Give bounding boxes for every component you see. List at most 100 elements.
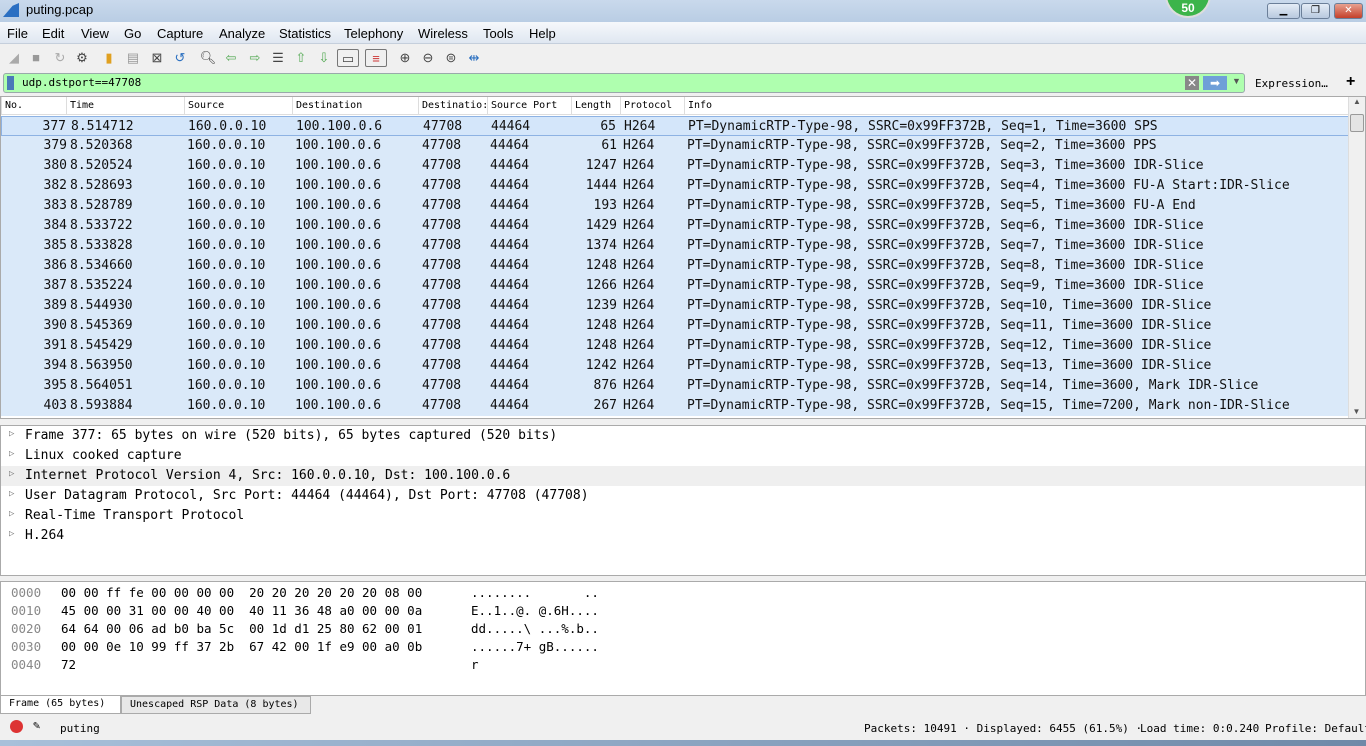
expand-arrow-icon[interactable]: ▷ <box>9 469 14 479</box>
capture-options-icon[interactable]: ⚙ <box>73 49 91 67</box>
packet-row[interactable]: 377 8.514712 160.0.0.10 100.100.0.6 47708 444… <box>1 116 1349 136</box>
zoom-out-icon[interactable]: ⊖ <box>419 49 437 67</box>
autoscroll-icon[interactable]: ▭ <box>337 49 359 67</box>
header-col-source[interactable]: Source <box>184 97 292 115</box>
hex-ascii[interactable]: ........ .. <box>471 585 599 600</box>
menu-capture[interactable]: Capture <box>157 26 203 41</box>
expression-button[interactable]: Expression… <box>1255 77 1328 90</box>
menu-go[interactable]: Go <box>124 26 141 41</box>
hex-ascii[interactable]: r <box>471 657 479 672</box>
cell-source-port: 44464 <box>490 178 530 193</box>
open-file-icon[interactable]: ▮ <box>100 49 118 67</box>
resize-columns-icon[interactable]: ⇹ <box>465 49 483 67</box>
clear-filter-icon[interactable]: ✕ <box>1185 76 1199 90</box>
packet-row[interactable]: 390 8.545369 160.0.0.10 100.100.0.6 47708 444… <box>1 316 1349 336</box>
edit-comment-icon[interactable]: ✎ <box>33 718 40 732</box>
menu-edit[interactable]: Edit <box>42 26 64 41</box>
menu-analyze[interactable]: Analyze <box>219 26 265 41</box>
packet-list-scrollbar[interactable]: ▲ ▼ <box>1348 97 1365 418</box>
find-packet-icon[interactable]: 🔍︎ <box>199 49 217 67</box>
header-col-info[interactable]: Info <box>684 97 1346 115</box>
bookmark-icon[interactable] <box>7 76 14 90</box>
expand-arrow-icon[interactable]: ▷ <box>9 429 14 439</box>
packet-row[interactable]: 385 8.533828 160.0.0.10 100.100.0.6 47708 444… <box>1 236 1349 256</box>
apply-filter-icon[interactable]: ➡ <box>1203 76 1227 90</box>
hex-bytes[interactable]: 00 00 0e 10 99 ff 37 2b 67 42 00 1f e9 0… <box>61 639 422 654</box>
close-file-icon[interactable]: ⊠ <box>148 49 166 67</box>
packet-row[interactable]: 380 8.520524 160.0.0.10 100.100.0.6 47708 444… <box>1 156 1349 176</box>
expand-arrow-icon[interactable]: ▷ <box>9 529 14 539</box>
cell-destination-port: 47708 <box>422 338 462 353</box>
header-col-source-port[interactable]: Source Port <box>487 97 571 115</box>
detail-row[interactable]: ▷ Linux cooked capture <box>1 446 1365 466</box>
packet-row[interactable]: 386 8.534660 160.0.0.10 100.100.0.6 47708 444… <box>1 256 1349 276</box>
add-filter-button[interactable]: + <box>1346 73 1355 91</box>
header-col-destination[interactable]: Destination <box>292 97 418 115</box>
stop-capture-icon[interactable]: ■ <box>27 49 45 67</box>
scroll-up-icon[interactable]: ▲ <box>1349 97 1365 106</box>
packet-row[interactable]: 391 8.545429 160.0.0.10 100.100.0.6 47708 444… <box>1 336 1349 356</box>
restart-capture-icon[interactable]: ↻ <box>51 49 69 67</box>
detail-row[interactable]: ▷ Internet Protocol Version 4, Src: 160.0… <box>1 466 1365 486</box>
hex-ascii[interactable]: dd.....\ ...%.b.. <box>471 621 599 636</box>
scroll-thumb[interactable] <box>1350 114 1364 132</box>
hex-bytes[interactable]: 64 64 00 06 ad b0 ba 5c 00 1d d1 25 80 6… <box>61 621 422 636</box>
menu-file[interactable]: File <box>7 26 28 41</box>
go-back-icon[interactable]: ⇦ <box>222 49 240 67</box>
header-col-length[interactable]: Length <box>571 97 620 115</box>
menu-wireless[interactable]: Wireless <box>418 26 468 41</box>
packet-row[interactable]: 403 8.593884 160.0.0.10 100.100.0.6 47708 444… <box>1 396 1349 416</box>
go-forward-icon[interactable]: ⇨ <box>246 49 264 67</box>
go-to-packet-icon[interactable]: ☰ <box>269 49 287 67</box>
expand-arrow-icon[interactable]: ▷ <box>9 509 14 519</box>
detail-row[interactable]: ▷ Real-Time Transport Protocol <box>1 506 1365 526</box>
first-packet-icon[interactable]: ⇧ <box>292 49 310 67</box>
hex-ascii[interactable]: E..1..@. @.6H.... <box>471 603 599 618</box>
packet-row[interactable]: 382 8.528693 160.0.0.10 100.100.0.6 47708 444… <box>1 176 1349 196</box>
save-file-icon[interactable]: ▤ <box>124 49 142 67</box>
header-col-protocol[interactable]: Protocol <box>620 97 684 115</box>
header-col-no[interactable]: No. <box>1 97 66 115</box>
reload-file-icon[interactable]: ↺ <box>171 49 189 67</box>
packet-row[interactable]: 379 8.520368 160.0.0.10 100.100.0.6 47708 444… <box>1 136 1349 156</box>
header-col-destination-port[interactable]: Destinatio: <box>418 97 487 115</box>
start-capture-icon[interactable]: ◢ <box>5 49 23 67</box>
packet-row[interactable]: 389 8.544930 160.0.0.10 100.100.0.6 47708 444… <box>1 296 1349 316</box>
hex-bytes[interactable]: 45 00 00 31 00 00 40 00 40 11 36 48 a0 0… <box>61 603 422 618</box>
restore-button[interactable]: ❐ <box>1301 3 1330 19</box>
scroll-down-icon[interactable]: ▼ <box>1349 407 1364 416</box>
filter-dropdown-icon[interactable]: ▼ <box>1232 76 1241 86</box>
hex-ascii[interactable]: ......7+ gB...... <box>471 639 599 654</box>
tab-frame[interactable]: Frame (65 bytes) <box>0 696 121 714</box>
tab-unescaped-rsp-data[interactable]: Unescaped RSP Data (8 bytes) <box>121 696 311 714</box>
capture-status-icon[interactable] <box>10 720 23 733</box>
hex-bytes[interactable]: 00 00 ff fe 00 00 00 00 20 20 20 20 20 2… <box>61 585 422 600</box>
menu-help[interactable]: Help <box>529 26 556 41</box>
expand-arrow-icon[interactable]: ▷ <box>9 449 14 459</box>
packet-row[interactable]: 394 8.563950 160.0.0.10 100.100.0.6 47708 444… <box>1 356 1349 376</box>
display-filter-input[interactable]: udp.dstport==47708 <box>3 73 1245 93</box>
detail-row[interactable]: ▷ Frame 377: 65 bytes on wire (520 bits),… <box>1 426 1365 446</box>
packet-row[interactable]: 384 8.533722 160.0.0.10 100.100.0.6 47708 444… <box>1 216 1349 236</box>
colorize-icon[interactable]: ≡ <box>365 49 387 67</box>
close-button[interactable]: ✕ <box>1334 3 1363 19</box>
menu-tools[interactable]: Tools <box>483 26 513 41</box>
expand-arrow-icon[interactable]: ▷ <box>9 489 14 499</box>
last-packet-icon[interactable]: ⇩ <box>315 49 333 67</box>
minimize-button[interactable]: ▁ <box>1267 3 1300 19</box>
cell-destination: 100.100.0.6 <box>295 278 382 293</box>
normal-size-icon[interactable]: ⊜ <box>442 49 460 67</box>
menu-telephony[interactable]: Telephony <box>344 26 403 41</box>
header-col-time[interactable]: Time <box>66 97 184 115</box>
packet-row[interactable]: 387 8.535224 160.0.0.10 100.100.0.6 47708 444… <box>1 276 1349 296</box>
status-profile[interactable]: Profile: Default <box>1265 722 1366 735</box>
cell-source-port: 44464 <box>490 398 530 413</box>
packet-row[interactable]: 395 8.564051 160.0.0.10 100.100.0.6 47708 444… <box>1 376 1349 396</box>
detail-row[interactable]: ▷ User Datagram Protocol, Src Port: 44464… <box>1 486 1365 506</box>
menu-view[interactable]: View <box>81 26 109 41</box>
detail-row[interactable]: ▷ H.264 <box>1 526 1365 546</box>
menu-statistics[interactable]: Statistics <box>279 26 331 41</box>
zoom-in-icon[interactable]: ⊕ <box>396 49 414 67</box>
packet-row[interactable]: 383 8.528789 160.0.0.10 100.100.0.6 47708 444… <box>1 196 1349 216</box>
hex-bytes[interactable]: 72 <box>61 657 76 672</box>
